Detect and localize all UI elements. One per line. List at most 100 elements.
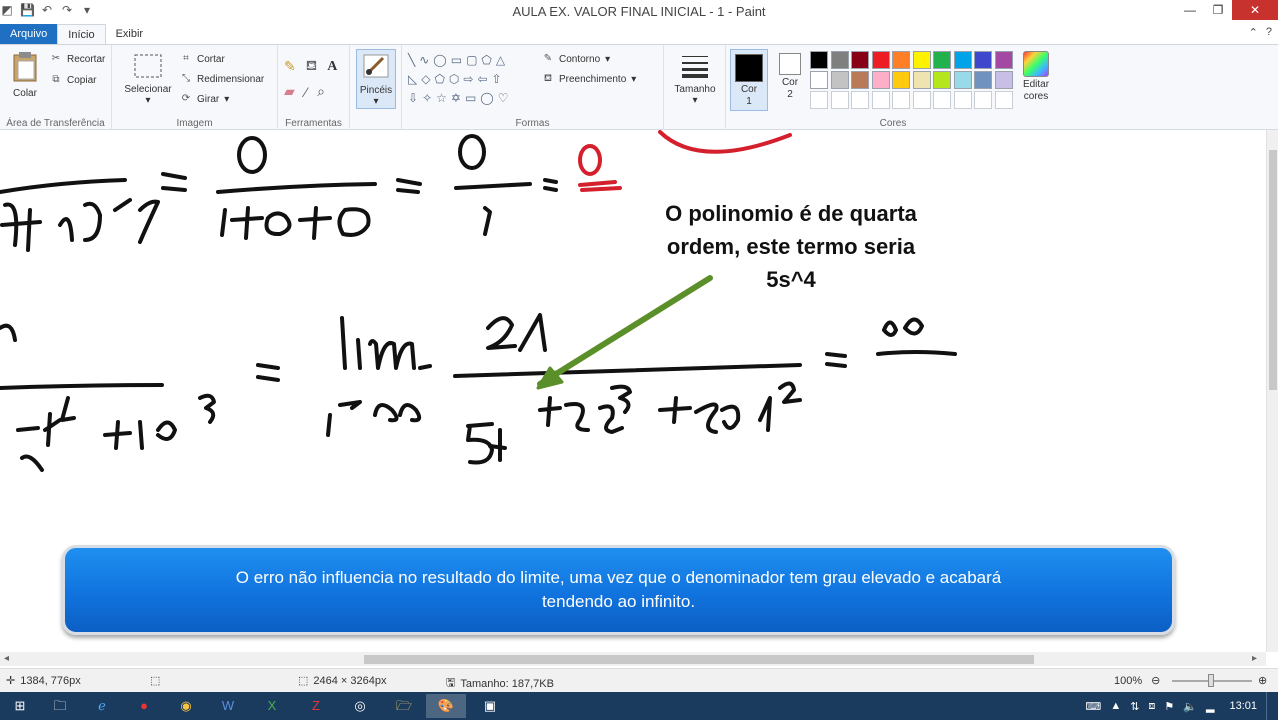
color-swatch[interactable] bbox=[871, 71, 890, 89]
color-swatch[interactable] bbox=[810, 71, 828, 89]
color-swatch[interactable] bbox=[974, 71, 992, 89]
color-swatch[interactable] bbox=[974, 91, 992, 109]
color-swatch[interactable] bbox=[953, 91, 972, 109]
vertical-scrollbar[interactable] bbox=[1266, 130, 1278, 652]
right-arrow-shape-icon[interactable]: ⇨ bbox=[463, 72, 473, 86]
triangle-shape-icon[interactable]: △ bbox=[496, 53, 505, 67]
tab-file[interactable]: Arquivo bbox=[0, 24, 58, 44]
vertical-scrollbar-thumb[interactable] bbox=[1269, 150, 1277, 390]
callout-rect-shape-icon[interactable]: ▭ bbox=[465, 91, 476, 105]
chrome-icon[interactable]: ◉ bbox=[166, 694, 206, 718]
horizontal-scrollbar-thumb[interactable] bbox=[364, 655, 1034, 664]
fill-button[interactable]: ⛾ Preenchimento ▾ bbox=[542, 73, 636, 85]
color-swatch[interactable] bbox=[912, 71, 931, 89]
left-arrow-shape-icon[interactable]: ⇦ bbox=[477, 72, 487, 86]
fill-bucket-icon[interactable]: ⛾ bbox=[306, 57, 317, 76]
volume-icon[interactable]: 🔈 bbox=[1183, 700, 1197, 713]
show-desktop-button[interactable] bbox=[1266, 692, 1272, 720]
down-arrow-shape-icon[interactable]: ⇩ bbox=[408, 91, 418, 105]
right-triangle-shape-icon[interactable]: ◺ bbox=[408, 72, 417, 86]
show-hidden-icons[interactable]: ▲ bbox=[1110, 700, 1121, 712]
six-point-star-shape-icon[interactable]: ✡ bbox=[451, 91, 461, 105]
color-swatch[interactable] bbox=[933, 71, 951, 89]
rotate-button[interactable]: ⟳ Girar ▾ bbox=[180, 93, 229, 105]
copy-button[interactable]: ⧉ Copiar bbox=[50, 74, 96, 86]
polygon-shape-icon[interactable]: ⬠ bbox=[481, 53, 491, 67]
zoom-slider-thumb[interactable] bbox=[1208, 674, 1214, 687]
color1-button[interactable]: Cor 1 bbox=[730, 49, 768, 111]
color-swatch[interactable] bbox=[892, 71, 910, 89]
restore-button[interactable]: ❐ bbox=[1204, 0, 1232, 20]
color-swatch[interactable] bbox=[994, 51, 1013, 69]
excel-icon[interactable]: X bbox=[252, 694, 292, 718]
color2-button[interactable]: Cor 2 bbox=[772, 53, 808, 101]
signal-icon[interactable]: ▂ bbox=[1206, 700, 1214, 713]
color-swatch[interactable] bbox=[830, 51, 849, 69]
filezilla-icon[interactable]: Z bbox=[296, 694, 336, 718]
color-swatch[interactable] bbox=[994, 71, 1013, 89]
color-swatch[interactable] bbox=[912, 51, 931, 69]
sync-icon[interactable]: ⇅ bbox=[1130, 700, 1139, 713]
folder-icon[interactable]: 🗁 bbox=[384, 694, 424, 718]
color-swatch[interactable] bbox=[851, 91, 869, 109]
line-shape-icon[interactable]: ╲ bbox=[408, 53, 415, 67]
brushes-button[interactable]: Pincéis ▾ bbox=[356, 49, 396, 109]
rectangle-shape-icon[interactable]: ▭ bbox=[451, 53, 462, 67]
color-picker-icon[interactable]: ⁄ bbox=[305, 84, 307, 100]
keyboard-icon[interactable]: ⌨ bbox=[1085, 700, 1101, 713]
word-icon[interactable]: W bbox=[208, 694, 248, 718]
hexagon-shape-icon[interactable]: ⬡ bbox=[449, 72, 459, 86]
four-point-star-shape-icon[interactable]: ✧ bbox=[422, 91, 432, 105]
pencil-icon[interactable]: ✎ bbox=[284, 58, 296, 75]
curve-shape-icon[interactable]: ∿ bbox=[419, 53, 429, 67]
color-swatch[interactable] bbox=[851, 51, 869, 69]
text-tool-icon[interactable]: A bbox=[327, 59, 337, 75]
five-point-star-shape-icon[interactable]: ☆ bbox=[436, 91, 447, 105]
zoom-in-icon[interactable]: ⊕ bbox=[1258, 674, 1267, 687]
drawing-canvas[interactable]: O polinomio é de quarta ordem, este term… bbox=[0, 130, 1266, 652]
color-swatch[interactable] bbox=[851, 71, 869, 89]
color-swatch[interactable] bbox=[810, 51, 828, 69]
clock[interactable]: 13:01 bbox=[1229, 700, 1257, 712]
media-icon[interactable]: ◎ bbox=[340, 694, 380, 718]
color-swatch[interactable] bbox=[892, 51, 910, 69]
flag-icon[interactable]: ⚑ bbox=[1164, 700, 1174, 713]
zoom-out-icon[interactable]: ⊖ bbox=[1151, 674, 1160, 687]
diamond-shape-icon[interactable]: ◇ bbox=[421, 72, 430, 86]
paste-button[interactable]: Colar bbox=[6, 51, 44, 99]
outline-button[interactable]: ✎ Contorno ▾ bbox=[542, 53, 610, 65]
color-swatch[interactable] bbox=[974, 51, 992, 69]
color-swatch[interactable] bbox=[830, 91, 849, 109]
close-button[interactable]: ✕ bbox=[1232, 0, 1278, 20]
scroll-right-icon[interactable]: ▸ bbox=[1252, 652, 1257, 666]
color-swatch[interactable] bbox=[830, 71, 849, 89]
start-button[interactable]: ⊞ bbox=[0, 694, 40, 718]
minimize-button[interactable]: — bbox=[1176, 0, 1204, 20]
color-swatch[interactable] bbox=[933, 91, 951, 109]
size-button[interactable]: Tamanho ▾ bbox=[672, 53, 718, 106]
select-button[interactable]: Selecionar ▾ bbox=[118, 53, 178, 106]
tab-home[interactable]: Início bbox=[57, 24, 106, 44]
collapse-ribbon-icon[interactable]: ⌃ bbox=[1249, 26, 1258, 39]
scroll-left-icon[interactable]: ◂ bbox=[4, 652, 9, 666]
color-swatch[interactable] bbox=[953, 71, 972, 89]
color-swatch[interactable] bbox=[912, 91, 931, 109]
resize-button[interactable]: ⤡ Redimensionar bbox=[180, 73, 264, 85]
oval-shape-icon[interactable]: ◯ bbox=[433, 53, 446, 67]
color-swatch[interactable] bbox=[871, 51, 890, 69]
color-swatch[interactable] bbox=[953, 51, 972, 69]
rounded-rectangle-shape-icon[interactable]: ▢ bbox=[466, 53, 477, 67]
tab-view[interactable]: Exibir bbox=[106, 24, 154, 44]
eraser-icon[interactable]: ▰ bbox=[284, 83, 295, 100]
cut-button[interactable]: ✂ Recortar bbox=[50, 53, 106, 65]
app-red-icon[interactable]: ● bbox=[124, 694, 164, 718]
app-window-icon[interactable]: ▣ bbox=[470, 694, 510, 718]
heart-shape-icon[interactable]: ♡ bbox=[498, 91, 509, 105]
color-swatch[interactable] bbox=[933, 51, 951, 69]
callout-oval-shape-icon[interactable]: ◯ bbox=[480, 91, 493, 105]
file-explorer-icon[interactable]: 🗀 bbox=[40, 694, 80, 718]
color-swatch[interactable] bbox=[810, 91, 828, 109]
horizontal-scrollbar[interactable]: ◂ ▸ bbox=[0, 652, 1266, 666]
up-arrow-shape-icon[interactable]: ⇧ bbox=[492, 72, 502, 86]
color-swatch[interactable] bbox=[994, 91, 1013, 109]
